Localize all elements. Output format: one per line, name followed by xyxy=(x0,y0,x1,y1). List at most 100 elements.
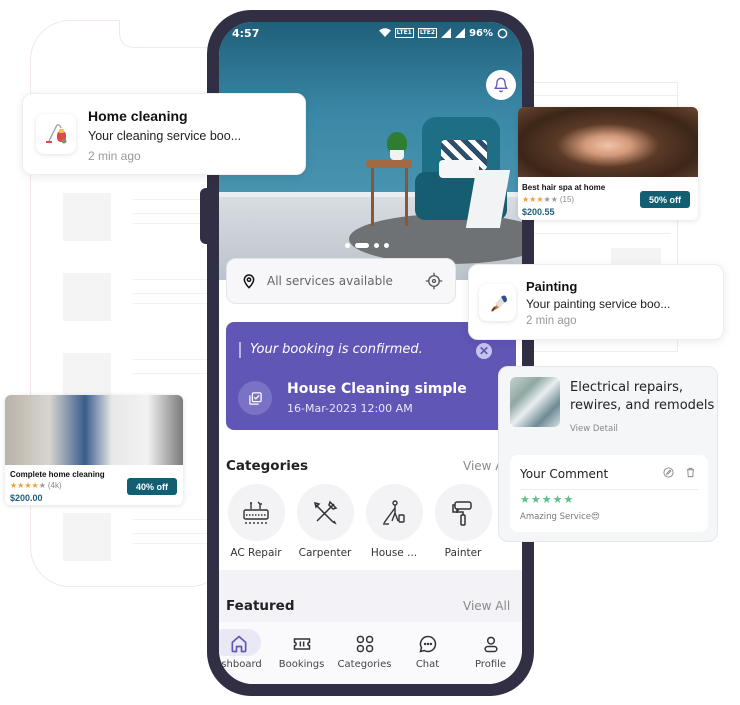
carousel-dot[interactable] xyxy=(345,243,350,248)
booking-confirm-message: Your booking is confirmed. xyxy=(239,342,423,358)
star-icon: ★★★★ xyxy=(10,481,39,490)
nav-profile[interactable]: Profile xyxy=(461,632,521,684)
promo-card-home-cleaning[interactable]: Complete home cleaning ★★★★★ (4k) $200.00… xyxy=(5,395,183,505)
promo-rating: ★★★★★ (4k) xyxy=(10,481,62,490)
star-empty-icon: ★ xyxy=(38,481,46,490)
featured-view-all-link[interactable]: View All xyxy=(463,599,510,613)
promo-discount-badge[interactable]: 50% off xyxy=(640,191,691,208)
hero-table-leg xyxy=(371,168,374,226)
signal-icon xyxy=(455,28,466,38)
booking-service-name: House Cleaning simple xyxy=(287,381,467,397)
comment-rating-stars: ★★★★★ xyxy=(520,494,575,506)
star-empty-icon: ★★ xyxy=(543,195,558,204)
carousel-dot-active[interactable] xyxy=(355,243,369,248)
checklist-icon xyxy=(248,391,262,405)
category-label: Painter xyxy=(444,547,482,559)
map-pin-icon xyxy=(243,274,255,289)
promo-image-hair-spa xyxy=(518,107,698,177)
category-carpenter[interactable]: Carpenter xyxy=(295,484,355,559)
house-cleaning-icon xyxy=(383,499,405,525)
paint-brush-icon xyxy=(490,295,507,312)
notification-title: Painting xyxy=(526,279,578,294)
hero-table-leg xyxy=(405,168,408,226)
notification-title: Home cleaning xyxy=(88,108,188,124)
carpenter-icon xyxy=(313,500,338,525)
category-label: Carpenter xyxy=(298,547,352,559)
nav-label: Profile xyxy=(474,659,507,670)
status-time: 4:57 xyxy=(232,26,260,40)
bottom-navigation: ashboard Bookings Categories Chat Profil… xyxy=(219,622,522,684)
nav-icon-wrap xyxy=(335,632,395,656)
ghost-placeholder xyxy=(63,513,111,561)
ghost-placeholder xyxy=(63,193,111,241)
category-label: House ... xyxy=(370,547,418,559)
notification-bell-button[interactable] xyxy=(486,70,516,100)
categories-heading: Categories xyxy=(226,458,309,474)
chat-icon xyxy=(418,635,436,653)
view-detail-link[interactable]: View Detail xyxy=(570,424,618,434)
ghost-placeholder xyxy=(63,353,111,401)
review-card[interactable]: Electrical repairs, rewires, and remodel… xyxy=(498,366,718,542)
ac-repair-icon xyxy=(243,501,269,524)
ticket-icon xyxy=(293,638,310,650)
category-icon-circle xyxy=(296,484,354,541)
sim1-volte-icon: LTE1 xyxy=(394,28,414,38)
carousel-indicator xyxy=(345,243,389,248)
paint-roller-icon xyxy=(452,500,472,526)
delete-comment-button[interactable] xyxy=(685,467,696,481)
trash-icon xyxy=(686,467,695,478)
featured-heading: Featured xyxy=(226,598,295,614)
hero-side-table xyxy=(366,160,412,168)
battery-percent: 96% xyxy=(469,27,493,39)
user-icon xyxy=(483,636,498,653)
home-icon xyxy=(231,635,246,653)
edit-icon xyxy=(663,467,674,478)
category-ac-repair[interactable]: AC Repair xyxy=(226,484,286,559)
carousel-dot[interactable] xyxy=(384,243,389,248)
nav-label: Bookings xyxy=(278,659,325,670)
notification-time: 2 min ago xyxy=(88,149,141,163)
carousel-dot[interactable] xyxy=(374,243,379,248)
promo-name: Complete home cleaning xyxy=(10,470,105,479)
category-icon-circle xyxy=(434,484,492,541)
category-label: Pe xyxy=(502,547,522,559)
notification-time: 2 min ago xyxy=(526,315,577,327)
notification-card-painting[interactable]: Painting Your painting service boo... 2 … xyxy=(468,264,724,340)
category-painter[interactable]: Painter xyxy=(433,484,493,559)
nav-label: Chat xyxy=(415,659,440,670)
comment-text: Amazing Service😍 xyxy=(520,512,600,522)
promo-name: Best hair spa at home xyxy=(522,183,606,192)
status-bar: 4:57 LTE1 LTE2 96% xyxy=(219,22,522,44)
nav-dashboard[interactable]: ashboard xyxy=(219,629,269,684)
notification-icon-box xyxy=(36,114,76,154)
location-text: All services available xyxy=(267,274,393,288)
notification-card-home-cleaning[interactable]: Home cleaning Your cleaning service boo.… xyxy=(22,93,306,175)
promo-card-hair-spa[interactable]: Best hair spa at home ★★★★★ (15) $200.55 … xyxy=(518,107,698,220)
close-banner-button[interactable]: ✕ xyxy=(476,343,492,359)
nav-icon-wrap xyxy=(461,632,521,656)
comment-title: Your Comment xyxy=(520,467,609,481)
notification-icon-box xyxy=(479,284,516,321)
gps-target-icon[interactable] xyxy=(425,272,443,290)
booking-icon-circle xyxy=(238,381,272,415)
category-house-cleaning[interactable]: House ... xyxy=(364,484,424,559)
review-service-name: Electrical repairs, rewires, and remodel… xyxy=(570,380,715,413)
comment-divider xyxy=(520,489,698,490)
status-icons: LTE1 LTE2 96% xyxy=(378,27,508,39)
category-icon-circle xyxy=(227,484,285,541)
ghost-placeholder xyxy=(63,273,111,321)
edit-comment-button[interactable] xyxy=(663,467,674,481)
hero-pot xyxy=(390,150,404,160)
nav-categories[interactable]: Categories xyxy=(335,632,395,684)
wifi-icon xyxy=(378,28,391,37)
nav-icon-wrap xyxy=(219,632,269,656)
nav-label: ashboard xyxy=(219,659,262,670)
nav-bookings[interactable]: Bookings xyxy=(272,632,332,684)
notification-message: Your painting service boo... xyxy=(526,297,671,311)
service-thumbnail-electrical xyxy=(510,377,560,427)
ghost-line xyxy=(521,95,679,96)
location-bar[interactable]: All services available xyxy=(226,258,456,304)
promo-discount-badge[interactable]: 40% off xyxy=(127,478,178,495)
category-label: AC Repair xyxy=(230,547,282,559)
nav-chat[interactable]: Chat xyxy=(398,632,458,684)
